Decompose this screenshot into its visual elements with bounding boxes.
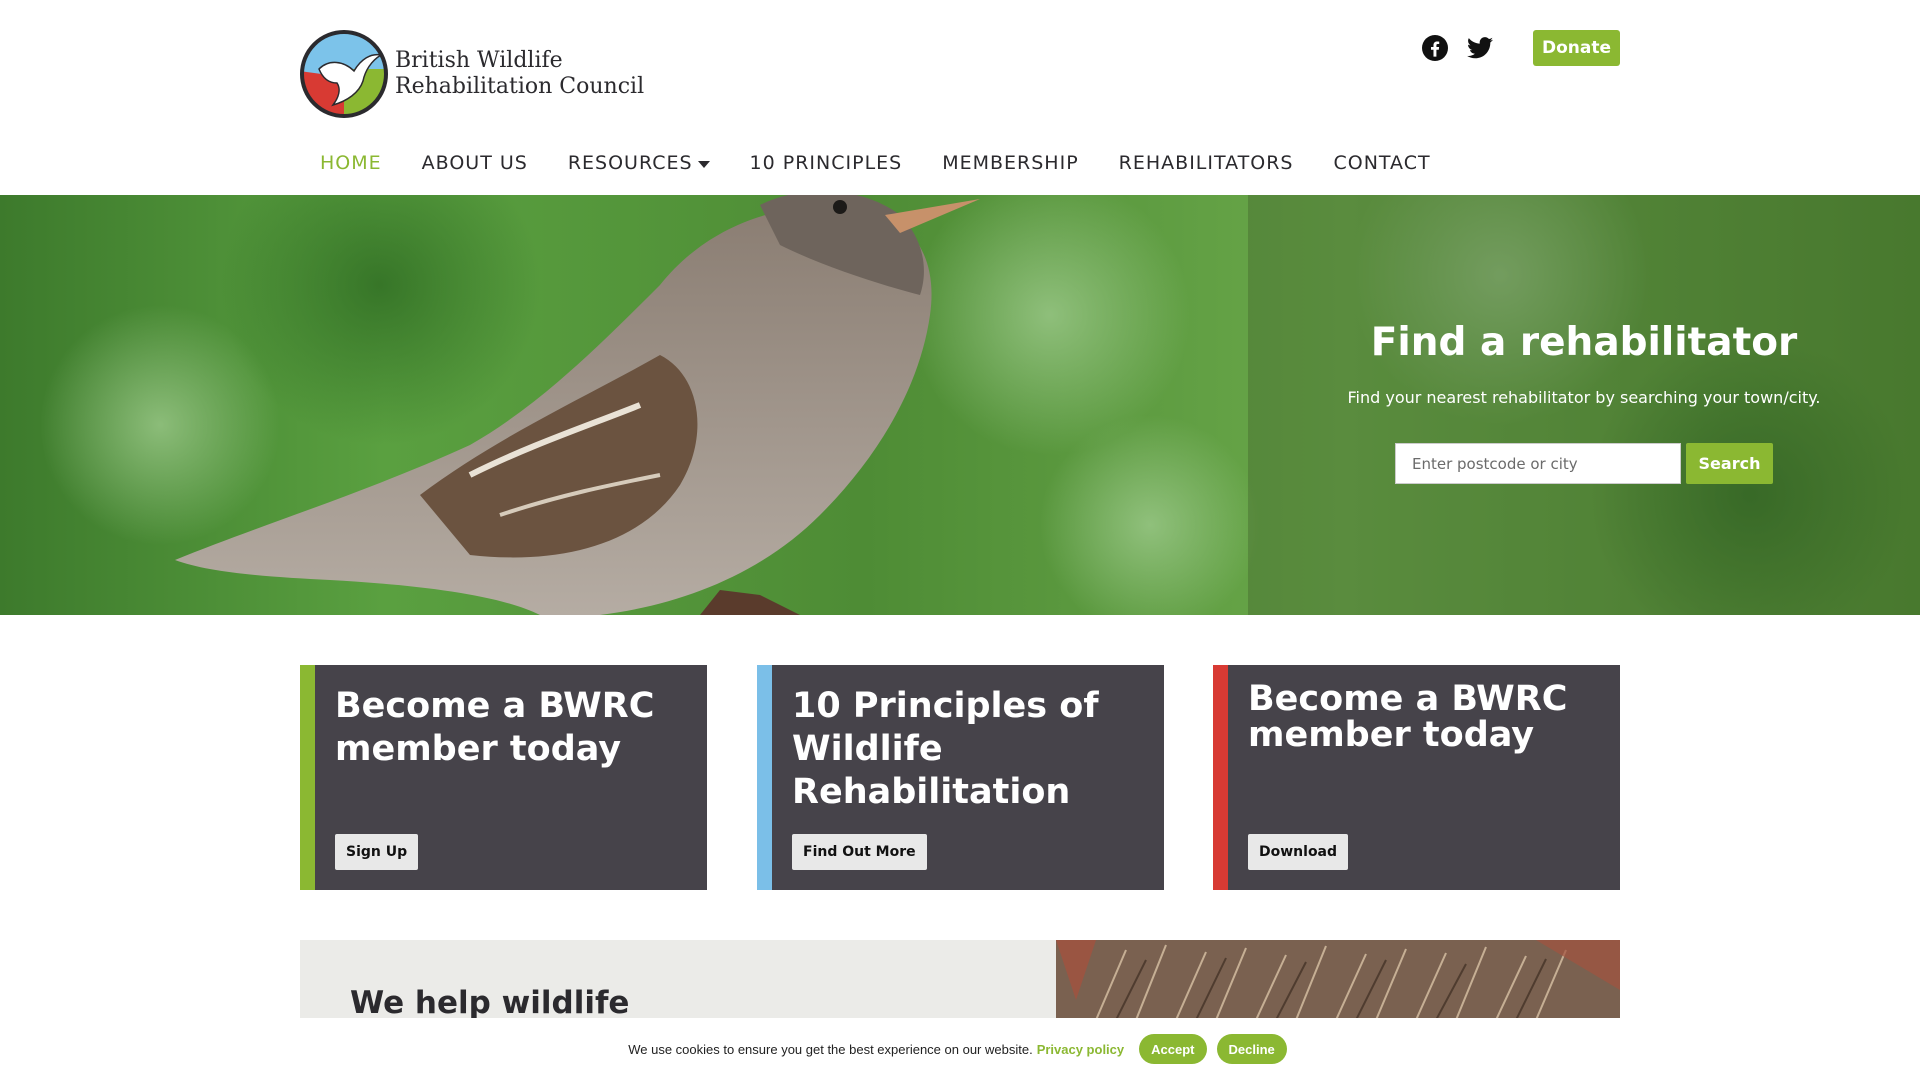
nav-label: CONTACT xyxy=(1333,152,1431,174)
nav-label: 10 PRINCIPLES xyxy=(749,152,903,174)
nav-label: MEMBERSHIP xyxy=(942,152,1079,174)
decline-cookies-button[interactable]: Decline xyxy=(1216,1034,1287,1064)
site-header: British Wildlife Rehabilitation Council … xyxy=(0,0,1920,195)
hero-title: Find a rehabilitator xyxy=(1370,320,1798,365)
logo-line-1: British Wildlife xyxy=(395,48,563,73)
nav-label: ABOUT US xyxy=(421,152,528,174)
logo-line-2: Rehabilitation Council xyxy=(395,74,645,99)
nav-item-membership[interactable]: MEMBERSHIP xyxy=(942,152,1078,174)
hedgehog-image xyxy=(1056,940,1620,1020)
privacy-policy-link[interactable]: Privacy policy xyxy=(1037,1042,1124,1057)
nav-item-home[interactable]: HOME xyxy=(320,152,382,174)
nav-item-resources[interactable]: RESOURCES xyxy=(568,152,710,174)
nav-item-10-principles[interactable]: 10 PRINCIPLES xyxy=(750,152,903,174)
find-out-more-button[interactable]: Find Out More xyxy=(792,834,927,870)
twitter-icon xyxy=(1467,37,1493,59)
cookie-text: We use cookies to ensure you get the bes… xyxy=(628,1041,1033,1057)
nav-item-about-us[interactable]: ABOUT US xyxy=(422,152,528,174)
hero-section: Find a rehabilitator Find your nearest r… xyxy=(0,195,1920,615)
card-title: Become a BWRC member today xyxy=(1248,679,1568,755)
cookie-banner: We use cookies to ensure you get the bes… xyxy=(0,1018,1920,1080)
nav-label: HOME xyxy=(320,152,382,174)
postcode-search-input[interactable] xyxy=(1395,443,1681,484)
site-logo[interactable]: British Wildlife Rehabilitation Council xyxy=(299,29,644,119)
facebook-link[interactable] xyxy=(1420,33,1450,63)
nav-item-contact[interactable]: CONTACT xyxy=(1333,152,1430,174)
sign-up-button[interactable]: Sign Up xyxy=(335,834,419,870)
search-button[interactable]: Search xyxy=(1686,443,1773,484)
card-become-member-download: Become a BWRC member today Download xyxy=(1213,665,1620,890)
logo-bird-icon xyxy=(300,30,388,118)
accept-cookies-button[interactable]: Accept xyxy=(1139,1034,1207,1064)
card-accent-stripe xyxy=(1213,665,1228,890)
card-accent-stripe xyxy=(300,665,315,890)
nav-label: REHABILITATORS xyxy=(1118,152,1294,174)
hero-subtitle: Find your nearest rehabilitator by searc… xyxy=(1347,388,1821,407)
main-nav: HOME ABOUT US RESOURCES 10 PRINCIPLES ME… xyxy=(300,148,1471,178)
caret-down-icon xyxy=(697,160,710,168)
card-title: Become a BWRC member today xyxy=(335,686,655,769)
facebook-icon xyxy=(1422,35,1448,61)
card-10-principles: 10 Principles of Wildlife Rehabilitation… xyxy=(757,665,1164,890)
help-section: We help wildlife xyxy=(300,940,1056,1021)
download-button[interactable]: Download xyxy=(1248,834,1349,870)
card-title: 10 Principles of Wildlife Rehabilitation xyxy=(792,686,1099,812)
nav-item-rehabilitators[interactable]: REHABILITATORS xyxy=(1119,152,1294,174)
card-accent-stripe xyxy=(757,665,772,890)
hedgehog-image-graphic xyxy=(1056,940,1620,1020)
help-title: We help wildlife xyxy=(350,985,630,1021)
logo-text: British Wildlife Rehabilitation Council xyxy=(395,48,644,100)
donate-button[interactable]: Donate xyxy=(1533,30,1620,66)
card-become-member: Become a BWRC member today Sign Up xyxy=(300,665,707,890)
twitter-link[interactable] xyxy=(1465,33,1495,63)
nav-label: RESOURCES xyxy=(567,152,693,174)
